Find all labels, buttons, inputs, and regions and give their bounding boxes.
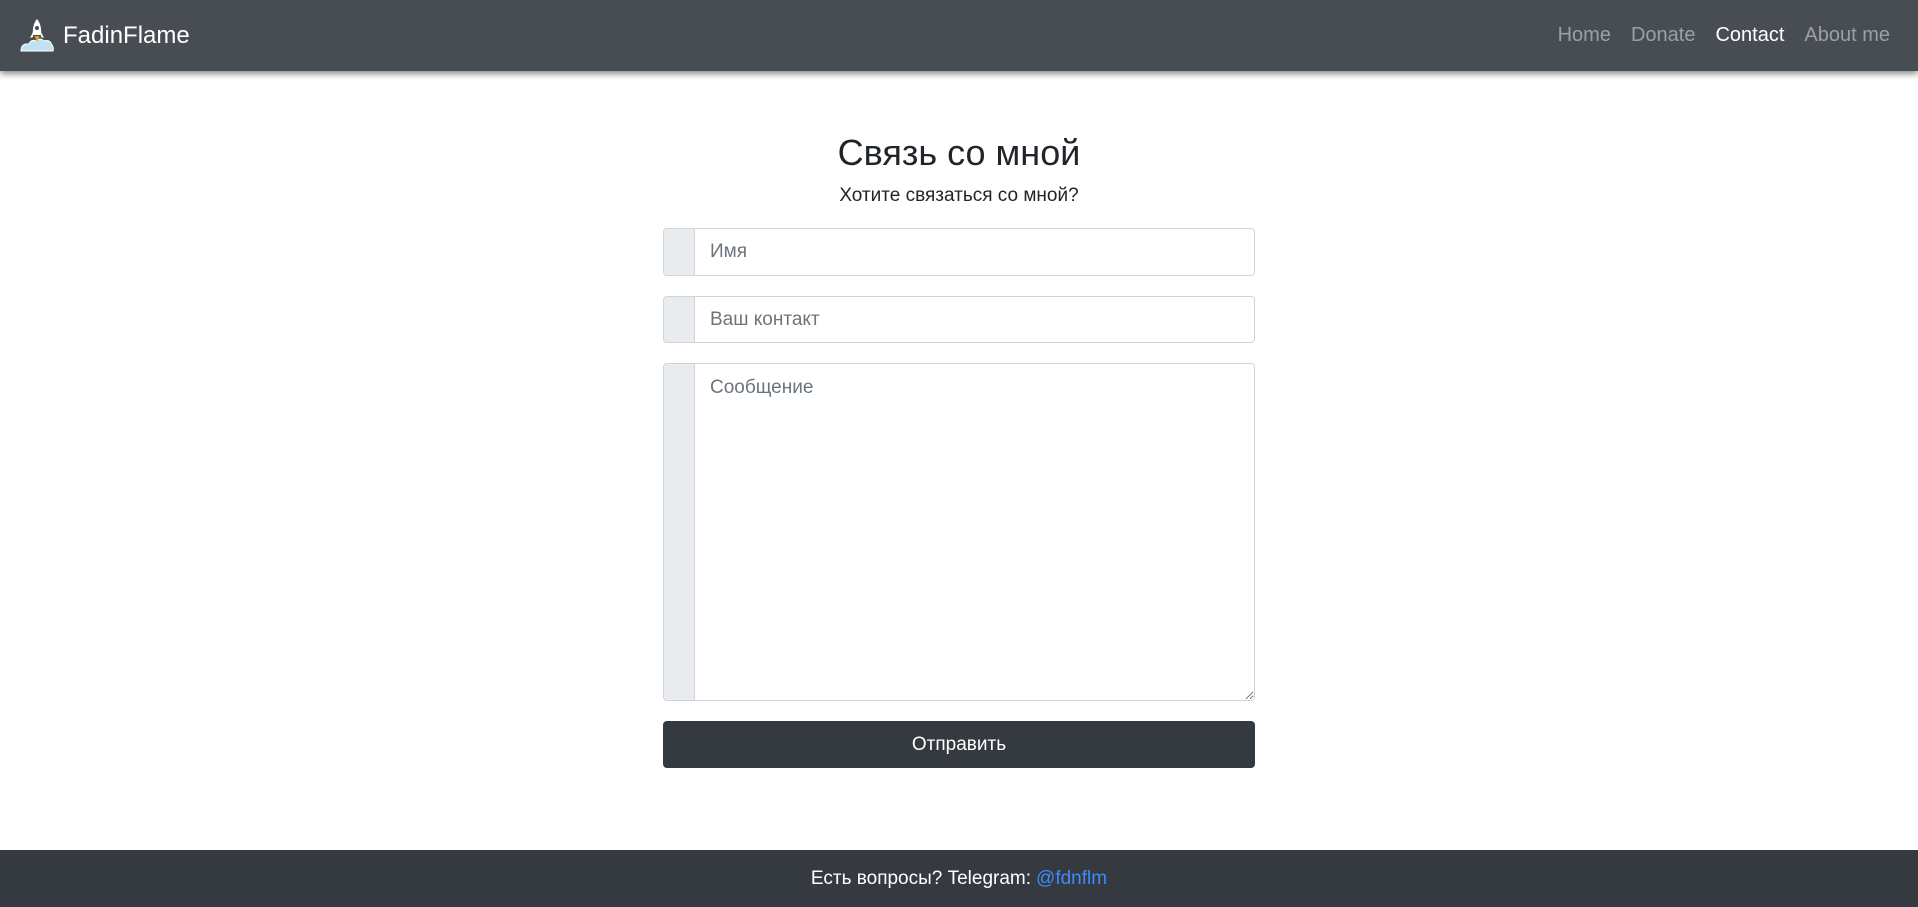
message-textarea[interactable] <box>695 364 1254 700</box>
name-input-group <box>663 228 1255 276</box>
page-title: Связь со мной <box>837 132 1081 173</box>
contact-section: Связь со мной Хотите связаться со мной? … <box>663 71 1255 768</box>
footer-text: Есть вопросы? Telegram: <box>810 867 1032 889</box>
contact-form: Отправить <box>663 228 1255 768</box>
contact-input-group <box>663 296 1255 343</box>
message-input-addon <box>664 364 695 700</box>
contact-input[interactable] <box>695 297 1254 342</box>
nav-link-about-me[interactable]: About me <box>1804 24 1890 47</box>
submit-button[interactable]: Отправить <box>663 721 1255 768</box>
brand-name: FadinFlame <box>63 21 190 49</box>
nav-link-contact[interactable]: Contact <box>1715 24 1784 47</box>
name-input-addon <box>664 229 695 275</box>
page-subtitle: Хотите связаться со мной? <box>839 185 1079 206</box>
brand-link[interactable]: FadinFlame <box>19 17 190 55</box>
telegram-link[interactable]: @fdnflm <box>1036 868 1107 890</box>
navbar: FadinFlame Home Donate Contact About me <box>0 0 1918 71</box>
nav-link-home[interactable]: Home <box>1558 24 1611 47</box>
nav-links: Home Donate Contact About me <box>1538 24 1890 47</box>
rocket-logo-icon <box>20 18 54 51</box>
name-input[interactable] <box>695 229 1254 275</box>
nav-link-donate[interactable]: Donate <box>1631 24 1696 47</box>
message-input-group <box>663 363 1255 701</box>
footer: Есть вопросы? Telegram: @fdnflm <box>0 850 1918 907</box>
contact-input-addon <box>664 297 695 342</box>
